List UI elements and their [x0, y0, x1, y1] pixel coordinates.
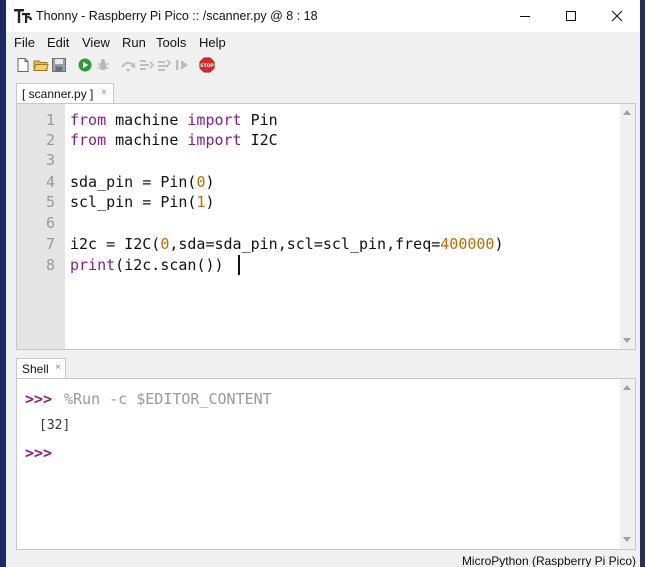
menu-bar: File Edit View Run Tools Help	[6, 32, 640, 52]
tab-scanner-py-label: [ scanner.py ]	[22, 87, 94, 101]
tab-shell[interactable]: Shell ×	[16, 358, 66, 379]
close-icon	[611, 10, 623, 22]
shell-tab-close-icon[interactable]: ×	[55, 362, 61, 373]
close-window-button[interactable]	[594, 0, 640, 32]
code-editor[interactable]: 1 2 3 4 5 6 7 8 from machine import Pin …	[16, 103, 636, 350]
scroll-up-arrow-icon[interactable]	[623, 110, 631, 115]
stop-button[interactable]: STOP	[199, 57, 215, 73]
line-number-gutter: 1 2 3 4 5 6 7 8	[17, 104, 65, 349]
line-number: 7	[45, 235, 55, 253]
line-number: 1	[45, 111, 55, 129]
code-line: i2c = I2C(0,sda=sda_pin,scl=scl_pin,freq…	[70, 235, 504, 253]
line-number: 6	[45, 214, 55, 232]
line-number: 2	[45, 131, 55, 149]
minimize-button[interactable]	[502, 0, 548, 32]
stop-label: STOP	[200, 63, 214, 69]
shell-prompt: >>>	[25, 390, 53, 408]
title-bar: Thonny - Raspberry Pi Pico :: /scanner.p…	[6, 0, 640, 32]
scroll-down-arrow-icon[interactable]	[623, 338, 631, 343]
thonny-window: Thonny - Raspberry Pi Pico :: /scanner.p…	[6, 0, 640, 567]
step-over-icon[interactable]	[120, 57, 136, 73]
code-line: scl_pin = Pin(1)	[70, 193, 215, 211]
text-caret	[238, 255, 240, 275]
tab-close-icon[interactable]: ×	[101, 87, 107, 98]
stop-icon: STOP	[199, 57, 215, 73]
tab-shell-label: Shell	[22, 362, 49, 376]
menu-help[interactable]: Help	[199, 35, 226, 50]
new-file-icon[interactable]	[15, 57, 31, 73]
line-number: 3	[45, 151, 55, 169]
tab-scanner-py[interactable]: [ scanner.py ] ×	[16, 83, 114, 104]
code-line: print(i2c.scan())	[70, 256, 224, 274]
resume-icon[interactable]	[174, 57, 190, 73]
maximize-icon	[566, 11, 576, 21]
save-file-icon[interactable]	[51, 57, 67, 73]
code-line: sda_pin = Pin(0)	[70, 173, 215, 191]
code-line: from machine import I2C	[70, 131, 278, 149]
maximize-button[interactable]	[548, 0, 594, 32]
step-into-icon[interactable]	[138, 57, 154, 73]
shell-prompt: >>>	[25, 444, 53, 462]
minimize-icon	[520, 16, 530, 17]
shell-console[interactable]: >>> %Run -c $EDITOR_CONTENT [32] >>>	[16, 378, 636, 550]
shell-output: [32]	[39, 418, 71, 433]
menu-tools[interactable]: Tools	[156, 35, 186, 50]
menu-view[interactable]: View	[82, 35, 110, 50]
line-number: 5	[45, 193, 55, 211]
thonny-app-icon	[14, 9, 32, 23]
scroll-down-arrow-icon[interactable]	[623, 537, 631, 542]
menu-edit[interactable]: Edit	[47, 35, 69, 50]
window-title: Thonny - Raspberry Pi Pico :: /scanner.p…	[36, 9, 318, 23]
status-bar: MicroPython (Raspberry Pi Pico)	[6, 550, 640, 567]
line-number: 4	[45, 173, 55, 191]
interpreter-status[interactable]: MicroPython (Raspberry Pi Pico)	[462, 554, 636, 567]
menu-run[interactable]: Run	[122, 35, 146, 50]
line-number: 8	[45, 256, 55, 274]
scroll-up-arrow-icon[interactable]	[623, 385, 631, 390]
run-icon[interactable]	[77, 57, 93, 73]
debug-icon[interactable]	[95, 57, 111, 73]
editor-scrollbar[interactable]	[620, 104, 635, 349]
menu-file[interactable]: File	[14, 35, 35, 50]
code-line: from machine import Pin	[70, 111, 278, 129]
open-file-icon[interactable]	[33, 57, 49, 73]
desktop-edge-right	[640, 0, 645, 567]
shell-command: %Run -c $EDITOR_CONTENT	[64, 390, 272, 408]
shell-scrollbar[interactable]	[620, 379, 635, 549]
step-out-icon[interactable]	[156, 57, 172, 73]
toolbar: STOP	[6, 52, 640, 78]
